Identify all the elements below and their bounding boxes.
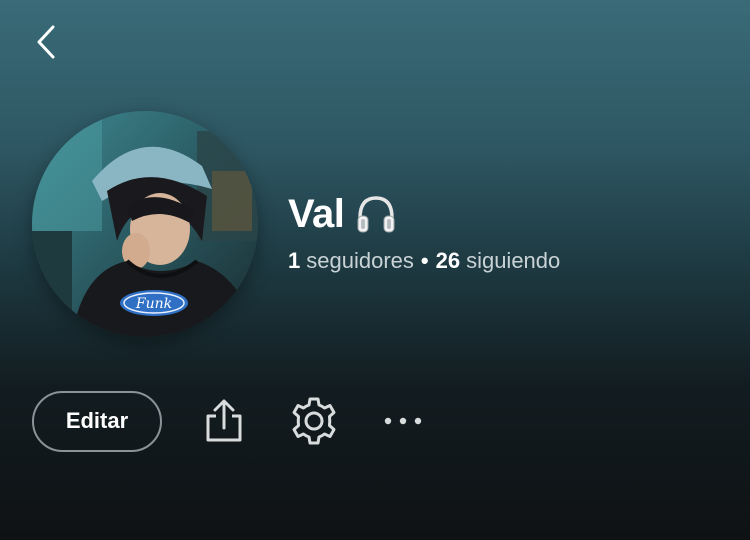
profile-info: Val 1 seguidores • 26 siguiendo [288, 190, 560, 274]
share-icon [206, 399, 242, 442]
profile-name: Val [288, 191, 345, 236]
stats-separator: • [420, 248, 429, 273]
chevron-left-icon [37, 25, 55, 59]
edit-button[interactable]: Editar [32, 390, 162, 452]
followers-label[interactable]: seguidores [306, 248, 414, 274]
avatar-photo: Funk [32, 111, 258, 337]
following-label[interactable]: siguiendo [466, 248, 560, 274]
back-button[interactable] [26, 22, 66, 62]
gear-icon [292, 397, 336, 445]
followers-count[interactable]: 1 [288, 248, 300, 274]
profile-stats: 1 seguidores • 26 siguiendo [288, 248, 560, 274]
more-horizontal-icon [384, 417, 422, 425]
profile-actions: Editar [32, 389, 426, 453]
avatar[interactable]: Funk [32, 111, 258, 337]
following-count[interactable]: 26 [436, 248, 460, 274]
more-options-button[interactable] [380, 411, 426, 431]
profile-screen: Funk Val 1 seguidores • 26 siguiendo Edi… [0, 0, 750, 540]
profile-name-row: Val [288, 190, 560, 238]
settings-button[interactable] [288, 395, 340, 447]
avatar-print-text: Funk [135, 296, 172, 312]
headphones-icon [357, 196, 395, 233]
share-button[interactable] [202, 397, 246, 445]
